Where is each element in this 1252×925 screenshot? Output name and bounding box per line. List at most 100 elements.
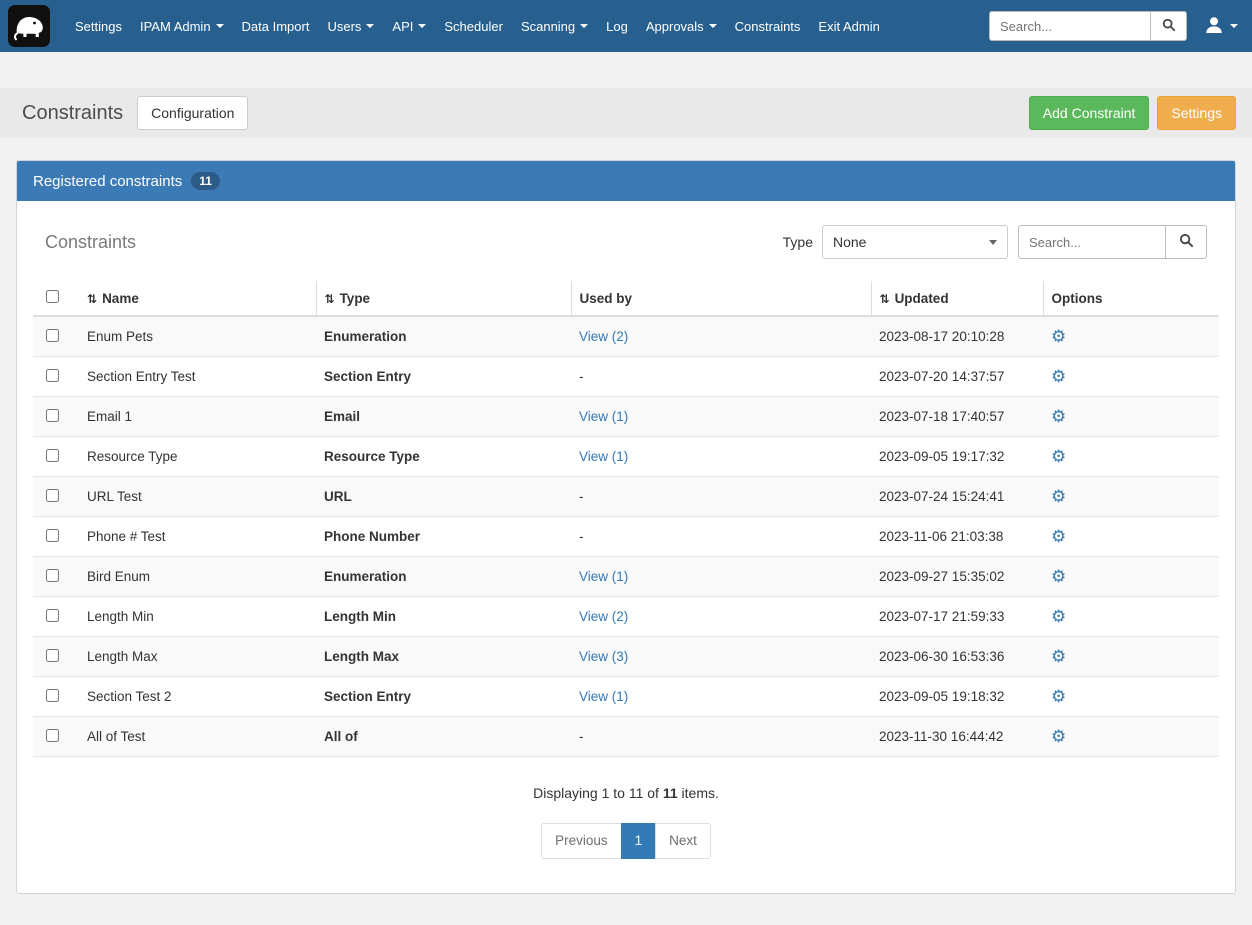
gear-icon[interactable]: ⚙ [1051, 327, 1066, 346]
cell-type: Length Max [316, 636, 571, 677]
chevron-down-icon [215, 24, 224, 28]
cell-options: ⚙ [1043, 636, 1219, 677]
row-checkbox[interactable] [46, 488, 59, 502]
column-header-options: Options [1042, 281, 1219, 317]
gear-icon[interactable]: ⚙ [1051, 487, 1066, 506]
row-checkbox[interactable] [46, 688, 59, 702]
used-by-link[interactable]: View (3) [579, 649, 628, 664]
row-checkbox[interactable] [46, 728, 59, 742]
cell-type: Phone Number [316, 516, 571, 557]
global-search-button[interactable] [1150, 11, 1187, 41]
gear-icon[interactable]: ⚙ [1051, 367, 1066, 386]
column-header-type[interactable]: ⇅ Type [315, 281, 571, 317]
row-checkbox[interactable] [46, 408, 59, 422]
previous-page-button[interactable]: Previous [541, 823, 622, 860]
cell-used-by: View (2) [571, 596, 871, 637]
user-icon [1204, 15, 1224, 38]
user-menu[interactable] [1202, 11, 1240, 42]
cell-updated: 2023-09-05 19:17:32 [871, 436, 1043, 477]
row-checkbox[interactable] [46, 328, 59, 342]
used-by-link[interactable]: View (2) [579, 329, 628, 344]
used-by-link[interactable]: View (1) [579, 409, 628, 424]
page-1-button[interactable]: 1 [620, 823, 657, 860]
cell-name: Length Min [79, 596, 316, 637]
row-checkbox[interactable] [46, 528, 59, 542]
cell-used-by: View (3) [571, 636, 871, 677]
used-by-link[interactable]: View (1) [579, 689, 628, 704]
global-search-input[interactable] [989, 11, 1151, 41]
cell-used-by: View (1) [571, 556, 871, 597]
gear-icon[interactable]: ⚙ [1051, 407, 1066, 426]
gear-icon[interactable]: ⚙ [1051, 527, 1066, 546]
cell-type: Length Min [316, 596, 571, 637]
column-header-name[interactable]: ⇅ Name [79, 281, 316, 317]
nav-item-users[interactable]: Users [318, 0, 383, 52]
cell-options: ⚙ [1043, 436, 1219, 477]
nav-item-scheduler[interactable]: Scheduler [435, 0, 512, 52]
settings-button[interactable]: Settings [1157, 95, 1236, 131]
chevron-down-icon [580, 24, 589, 28]
table-row: Length Max Length Max View (3) 2023-06-30 1… [33, 636, 1219, 677]
table-header-row: ⇅ Name ⇅ Type Used by ⇅ Updated Options [33, 281, 1219, 317]
configuration-button[interactable]: Configuration [137, 95, 249, 131]
cell-options: ⚙ [1043, 516, 1219, 557]
global-search [989, 11, 1187, 41]
nav-item-approvals[interactable]: Approvals [637, 0, 726, 52]
constraints-table: ⇅ Name ⇅ Type Used by ⇅ Updated Options Enum Pe… [33, 281, 1219, 757]
row-checkbox[interactable] [46, 368, 59, 382]
gear-icon[interactable]: ⚙ [1051, 607, 1066, 626]
cell-type: Email [316, 396, 571, 437]
app-logo[interactable] [8, 5, 50, 47]
gear-icon[interactable]: ⚙ [1051, 567, 1066, 586]
table-row: Length Min Length Min View (2) 2023-07-17 2… [33, 596, 1219, 637]
type-filter-select[interactable]: None [822, 225, 1008, 259]
cell-updated: 2023-06-30 16:53:36 [871, 636, 1043, 677]
nav-item-constraints[interactable]: Constraints [726, 0, 810, 52]
summary-prefix: Displaying 1 to 11 of [533, 785, 663, 801]
sort-icon: ⇅ [87, 291, 98, 306]
next-page-button[interactable]: Next [655, 823, 711, 860]
gear-icon[interactable]: ⚙ [1051, 727, 1066, 746]
add-constraint-button[interactable]: Add Constraint [1028, 95, 1150, 131]
nav-item-log[interactable]: Log [597, 0, 637, 52]
cell-type: Resource Type [316, 436, 571, 477]
cell-used-by: View (1) [571, 436, 871, 477]
used-by-link[interactable]: View (2) [579, 609, 628, 624]
row-checkbox[interactable] [46, 608, 59, 622]
row-checkbox[interactable] [46, 448, 59, 462]
gear-icon[interactable]: ⚙ [1051, 447, 1066, 466]
row-checkbox[interactable] [46, 568, 59, 582]
cell-type: Section Entry [316, 356, 571, 397]
nav-item-scanning[interactable]: Scanning [512, 0, 597, 52]
cell-name: Resource Type [79, 436, 316, 477]
cell-options: ⚙ [1043, 556, 1219, 597]
cell-options: ⚙ [1043, 476, 1219, 517]
cell-used-by: View (1) [571, 676, 871, 717]
search-icon [1179, 233, 1194, 251]
used-by-link[interactable]: View (1) [579, 449, 628, 464]
nav-item-data-import[interactable]: Data Import [233, 0, 319, 52]
gear-icon[interactable]: ⚙ [1051, 687, 1066, 706]
row-checkbox[interactable] [46, 648, 59, 662]
table-search-input[interactable] [1018, 225, 1166, 259]
table-row: Section Test 2 Section Entry View (1) 2023-… [33, 676, 1219, 717]
cell-used-by: View (2) [571, 315, 871, 357]
table-search-button[interactable] [1165, 225, 1207, 259]
nav-item-settings[interactable]: Settings [66, 0, 131, 52]
cell-type: Enumeration [316, 556, 571, 597]
nav-item-api[interactable]: API [383, 0, 435, 52]
cell-updated: 2023-07-20 14:37:57 [871, 356, 1043, 397]
cell-type: All of [316, 716, 571, 757]
column-header-updated[interactable]: ⇅ Updated [870, 281, 1043, 317]
cell-used-by: - [571, 476, 871, 517]
table-row: Bird Enum Enumeration View (1) 2023-09-27 1… [33, 556, 1219, 597]
table-toolbar: Constraints Type None [33, 217, 1219, 281]
select-all-checkbox[interactable] [46, 290, 59, 303]
used-by-link[interactable]: View (1) [579, 569, 628, 584]
chevron-down-icon [989, 239, 997, 245]
nav-item-ipam-admin[interactable]: IPAM Admin [131, 0, 233, 52]
chevron-down-icon [366, 24, 375, 28]
toolbar-title: Constraints [45, 231, 137, 252]
nav-item-exit-admin[interactable]: Exit Admin [809, 0, 888, 52]
gear-icon[interactable]: ⚙ [1051, 647, 1066, 666]
